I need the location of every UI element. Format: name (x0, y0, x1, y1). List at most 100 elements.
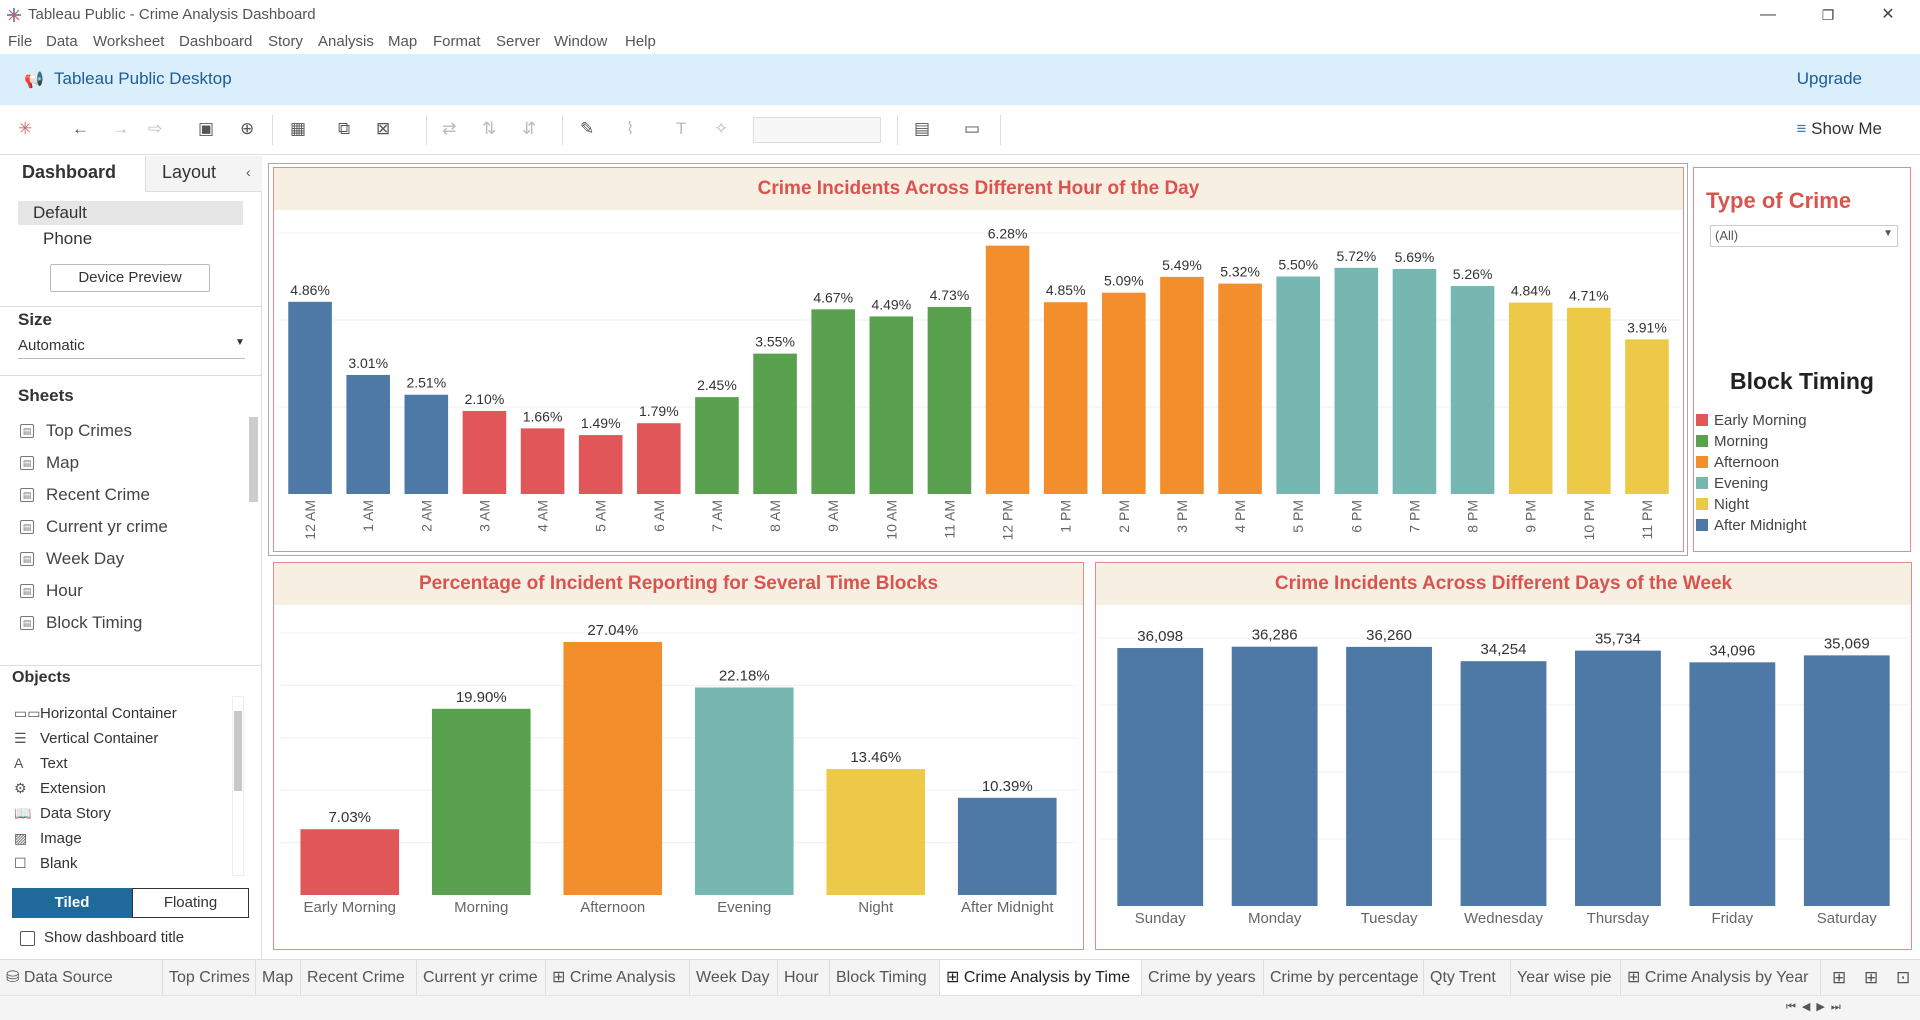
new-data-source-icon[interactable]: ⊕ (240, 119, 254, 139)
sheet-hour[interactable]: Hour (46, 581, 83, 601)
tab-layout[interactable]: Layout (162, 162, 216, 183)
sheet-week-day[interactable]: Week Day (46, 549, 124, 569)
object-image[interactable]: Image (40, 830, 82, 847)
menu-data[interactable]: Data (46, 33, 78, 50)
minimize-button[interactable]: — (1745, 2, 1791, 28)
device-default[interactable]: Default (33, 203, 87, 223)
menu-file[interactable]: File (8, 33, 32, 50)
legend-item[interactable]: Evening (1696, 475, 1768, 492)
maximize-button[interactable]: ❐ (1805, 2, 1851, 28)
save-icon[interactable]: ▣ (198, 119, 214, 139)
menu-worksheet[interactable]: Worksheet (93, 33, 164, 50)
legend-item[interactable]: Afternoon (1696, 454, 1779, 471)
swap-icon[interactable]: ⇄ (442, 119, 456, 139)
tab-crime-analysis-by-year[interactable]: ⊞ Crime Analysis by Year (1621, 960, 1821, 996)
collapse-chevron-icon[interactable]: ‹ (246, 164, 251, 180)
menu-format[interactable]: Format (433, 33, 481, 50)
replay-icon[interactable]: ⇨ (148, 119, 162, 139)
bar (869, 316, 914, 494)
tab-recent-crime[interactable]: Recent Crime (301, 960, 417, 996)
undo-icon[interactable]: ← (72, 119, 89, 139)
presentation-icon[interactable]: ▤ (914, 119, 930, 139)
show-title-checkbox[interactable] (20, 931, 35, 946)
tab-qty-trent[interactable]: Qty Trent (1424, 960, 1511, 996)
tab-crime-by-percentage[interactable]: Crime by percentage (1264, 960, 1424, 996)
object-blank[interactable]: Blank (40, 855, 78, 872)
duplicate-sheet-icon[interactable]: ⧉ (338, 119, 350, 139)
pin-icon[interactable]: ✧ (714, 119, 728, 139)
tab-hour[interactable]: Hour (778, 960, 830, 996)
tab-map[interactable]: Map (256, 960, 301, 996)
tab-crime-analysis-by-time[interactable]: ⊞ Crime Analysis by Time (940, 960, 1142, 996)
clear-sheet-icon[interactable]: ⊠ (376, 119, 390, 139)
tab-current-yr-crime[interactable]: Current yr crime (417, 960, 546, 996)
show-me-button[interactable]: ≡ Show Me (1796, 119, 1882, 139)
sheet-top-crimes[interactable]: Top Crimes (46, 421, 132, 441)
label-icon[interactable]: T (676, 119, 686, 139)
menu-map[interactable]: Map (388, 33, 417, 50)
redo-icon[interactable]: → (112, 119, 129, 139)
sheet-block-timing[interactable]: Block Timing (46, 613, 142, 633)
legend-item[interactable]: Morning (1696, 433, 1768, 450)
menu-analysis[interactable]: Analysis (318, 33, 374, 50)
tick-label: 9 AM (825, 500, 841, 532)
object-data-story[interactable]: Data Story (40, 805, 111, 822)
tab-block-timing[interactable]: Block Timing (830, 960, 940, 996)
new-dashboard-icon[interactable]: ⊞ (1864, 968, 1878, 988)
tick-label: 9 PM (1523, 500, 1539, 533)
left-panel: Dashboard Layout ‹ Default Phone Device … (0, 156, 262, 959)
bar (300, 829, 400, 895)
sort-descending-icon[interactable]: ⇵ (522, 119, 536, 139)
tab-top-crimes[interactable]: Top Crimes (163, 960, 256, 996)
sort-ascending-icon[interactable]: ⇅ (482, 119, 496, 139)
crime-type-filter[interactable]: (All) ▼ (1710, 225, 1898, 247)
data-label: 36,286 (1252, 627, 1298, 644)
sheet-map[interactable]: Map (46, 453, 79, 473)
weekday-chart-panel: Crime Incidents Across Different Days of… (1095, 562, 1912, 950)
tab-data-source[interactable]: ⛁ Data Source (0, 960, 163, 996)
tab-dashboard[interactable]: Dashboard (22, 162, 116, 183)
menu-server[interactable]: Server (496, 33, 540, 50)
object-vertical-container[interactable]: Vertical Container (40, 730, 158, 747)
object-horizontal-container[interactable]: Horizontal Container (40, 705, 177, 722)
sheet-current-yr-crime[interactable]: Current yr crime (46, 517, 168, 537)
menu-window[interactable]: Window (554, 33, 607, 50)
sheet-icon: ▤ (20, 616, 34, 630)
object-text[interactable]: Text (40, 755, 68, 772)
legend-item[interactable]: After Midnight (1696, 517, 1807, 534)
menu-story[interactable]: Story (268, 33, 303, 50)
legend-item[interactable]: Night (1696, 496, 1749, 513)
tiled-toggle[interactable]: Tiled (12, 888, 132, 918)
device-preview-button[interactable]: Device Preview (50, 264, 210, 292)
tab-week-day[interactable]: Week Day (690, 960, 778, 996)
tableau-home-icon[interactable]: ✳ (18, 119, 32, 139)
new-sheet-icon[interactable]: ▦ (290, 119, 306, 139)
tab-year-wise-pie[interactable]: Year wise pie (1511, 960, 1621, 996)
tick-label: Night (858, 899, 894, 916)
device-phone[interactable]: Phone (43, 229, 92, 249)
highlight-icon[interactable]: ✎ (580, 119, 594, 139)
bar (462, 410, 507, 494)
close-button[interactable]: ✕ (1865, 2, 1911, 28)
tick-label: Thursday (1587, 910, 1650, 927)
attach-icon[interactable]: ⌇ (626, 119, 634, 139)
tab-crime-by-years[interactable]: Crime by years (1142, 960, 1264, 996)
size-dropdown-icon[interactable]: ▼ (235, 337, 245, 348)
bar (753, 353, 797, 494)
object-extension[interactable]: Extension (40, 780, 106, 797)
upgrade-link[interactable]: Upgrade (1797, 69, 1862, 89)
size-select[interactable]: Automatic (18, 337, 85, 354)
menu-dashboard[interactable]: Dashboard (179, 33, 252, 50)
floating-toggle[interactable]: Floating (132, 888, 249, 918)
fit-dropdown[interactable] (753, 117, 881, 143)
menu-help[interactable]: Help (625, 33, 656, 50)
tab-navigation-icon[interactable]: ⏮◀▶⏭ (1786, 1000, 1847, 1014)
new-story-icon[interactable]: ⊡ (1896, 968, 1910, 988)
data-label: 5.69% (1395, 249, 1435, 265)
legend-item[interactable]: Early Morning (1696, 412, 1807, 429)
data-label: 5.26% (1453, 266, 1493, 282)
device-icon[interactable]: ▭ (964, 119, 980, 139)
sheet-recent-crime[interactable]: Recent Crime (46, 485, 150, 505)
new-worksheet-icon[interactable]: ⊞ (1832, 968, 1846, 988)
tab-crime-analysis[interactable]: ⊞ Crime Analysis (546, 960, 690, 996)
